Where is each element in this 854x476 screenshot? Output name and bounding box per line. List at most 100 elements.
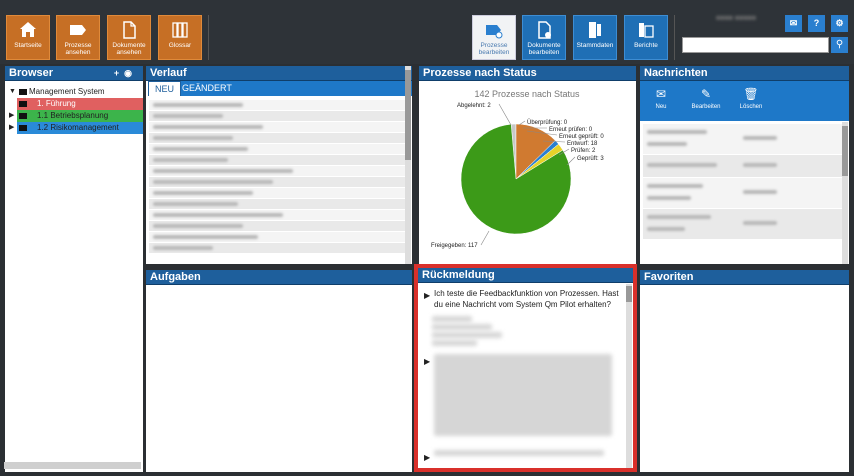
list-item[interactable] [149,166,409,176]
search-button[interactable]: ⚲ [831,37,848,53]
browser-tree: ▼ Management System ▶ 1. Führung ▶ 1.1 B… [5,81,143,134]
reports-label: Berichte [634,42,658,49]
blurred-text [432,316,472,322]
pie-label: Entwurf: 18 [567,141,598,147]
messages-scrollbar[interactable] [842,122,848,264]
pie-label: Abgelehnt: 2 [457,103,491,109]
list-item[interactable] [149,177,409,187]
pie-label-leader [480,230,490,246]
master-data-button[interactable]: Stammdaten [573,15,617,60]
list-item[interactable] [149,111,409,121]
pencil-icon: ✎ [700,87,712,101]
edit-documents-label: Dokumente bearbeiten [527,42,561,56]
folder-icon [19,125,27,131]
status-pie-chart: 142 Prozesse nach Status Abgelehnt: 2 Über… [431,89,604,249]
tab-changed[interactable]: GEÄNDERT [176,81,238,96]
messages-action-bar: ✉ Neu ✎ Bearbeiten 🗑 Löschen [640,81,849,121]
tree-node-risikomanagement[interactable]: ▶ 1.2 Risikomanagement [9,122,143,134]
feedback-scrollbar[interactable] [626,284,632,468]
book-icon [172,22,188,38]
search-input[interactable] [682,37,829,53]
list-item[interactable] [149,133,409,143]
expand-arrow-icon[interactable]: ▼ [9,86,16,98]
pie-label: Erneut prüfen: 0 [549,127,593,133]
browser-title: Browser [9,67,54,79]
pie-label: Erneut geprüft: 0 [559,134,604,140]
expand-arrow-icon[interactable]: ▶ [9,110,14,122]
list-item[interactable] [643,209,846,239]
favorites-header: Favoriten [640,270,849,285]
list-item[interactable] [149,221,409,231]
feedback-header: Rückmeldung [418,268,633,283]
list-item[interactable] [149,122,409,132]
edit-documents-button[interactable]: Dokumente bearbeiten [522,15,566,60]
history-header: Verlauf [146,66,412,81]
tree-node-management-system[interactable]: ▼ Management System [9,86,143,98]
settings-button[interactable]: ⚙ [831,15,848,32]
toolbar-separator [674,15,675,60]
status-panel: Prozesse nach Status 142 Prozesse nach S… [419,66,636,264]
tag-icon: ▶ [424,291,431,300]
feedback-message[interactable]: ▶ Ich teste die Feedbackfunktion von Pro… [418,288,633,310]
blurred-text [434,450,604,456]
tree-node-label: 1.2 Risikomanagement [37,123,119,132]
view-processes-button[interactable]: Prozesse ansehen [56,15,100,60]
list-item[interactable] [643,155,846,177]
help-icon: ? [813,18,820,28]
view-processes-label: Prozesse ansehen [64,42,92,56]
tree-node-label: Management System [29,87,105,96]
list-item[interactable] [149,155,409,165]
favorites-title: Favoriten [644,271,694,283]
main-toolbar: Startseite Prozesse ansehen Dokumente an… [0,0,854,64]
feedback-message[interactable]: ▶ [418,450,633,462]
home-button-label: Startseite [14,42,42,49]
chart-title: 142 Prozesse nach Status [474,89,580,99]
tree-node-label: 1.1 Betriebsplanung [37,111,109,120]
glossary-button[interactable]: Glossar [158,15,202,60]
reports-icon [639,23,654,38]
eye-icon[interactable]: ◉ [124,68,137,78]
list-item[interactable] [149,144,409,154]
tasks-title: Aufgaben [150,271,201,283]
history-scrollbar[interactable] [405,66,411,264]
delete-message-label: Löschen [739,104,763,110]
scrollbar-thumb[interactable] [405,70,411,160]
view-documents-button[interactable]: Dokumente ansehen [107,15,151,60]
pie-label: Geprüft: 3 [577,156,604,162]
list-item[interactable] [643,178,846,208]
status-title: Prozesse nach Status [423,67,537,79]
scrollbar-thumb[interactable] [626,286,632,302]
feedback-title: Rückmeldung [422,269,495,281]
reports-button[interactable]: Berichte [624,15,668,60]
edit-message-button[interactable]: ✎ Bearbeiten [689,87,723,110]
home-button[interactable]: Startseite [6,15,50,60]
edit-processes-button[interactable]: Prozesse bearbeiten [472,15,516,60]
browser-horizontal-scrollbar[interactable] [4,462,141,469]
mail-icon: ✉ [789,18,798,28]
tree-node-betriebsplanung[interactable]: ▶ 1.1 Betriebsplanung [9,110,143,122]
search-icon: ⚲ [835,39,844,50]
edit-message-label: Bearbeiten [691,104,721,110]
new-message-button[interactable]: ✉ Neu [644,87,678,110]
list-item[interactable] [149,100,409,110]
add-icon[interactable]: + [114,68,124,78]
home-icon [20,22,36,37]
folder-icon [19,101,27,107]
list-item[interactable] [149,232,409,242]
scrollbar-thumb[interactable] [842,126,848,176]
list-item[interactable] [149,243,409,253]
view-documents-label: Dokumente ansehen [112,42,146,56]
delete-message-button[interactable]: 🗑 Löschen [734,87,768,110]
expand-arrow-icon[interactable]: ▶ [9,122,14,134]
new-message-label: Neu [655,104,667,110]
list-item[interactable] [149,199,409,209]
mail-button[interactable]: ✉ [785,15,802,32]
list-item[interactable] [149,210,409,220]
tree-node-fuehrung[interactable]: ▶ 1. Führung [9,98,143,110]
list-item[interactable] [643,124,846,154]
feedback-message[interactable]: ▶ [418,354,633,442]
help-button[interactable]: ? [808,15,825,32]
expand-arrow-icon[interactable]: ▶ [9,98,14,110]
list-item[interactable] [149,188,409,198]
history-list [146,96,412,253]
